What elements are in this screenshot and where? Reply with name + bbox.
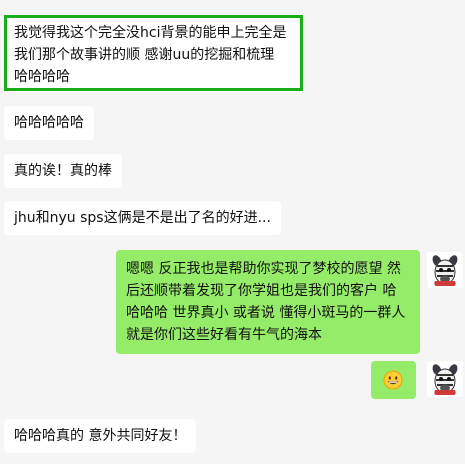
message-bubble-sent[interactable]: 嗯嗯 反正我也是帮助你实现了梦校的愿望 然后还顺带着发现了你学姐也是我们的客户 … <box>116 250 420 354</box>
message-text: 真的诶！真的棒 <box>14 163 112 179</box>
message-text: 我觉得我这个完全没hci背景的能申上完全是我们那个故事讲的顺 感谢uu的挖掘和梳… <box>14 25 287 85</box>
message-bubble-received[interactable]: jhu和nyu sps这俩是不是出了名的好进... <box>4 201 281 235</box>
message-bubble-received[interactable]: 我觉得我这个完全没hci背景的能申上完全是我们那个故事讲的顺 感谢uu的挖掘和梳… <box>8 18 298 92</box>
message-bubble-received[interactable]: 真的诶！真的棒 <box>4 154 122 188</box>
zebra-icon <box>427 361 463 397</box>
zebra-avatar[interactable] <box>427 361 463 397</box>
message-text: 哈哈哈哈哈 <box>14 115 84 131</box>
zebra-avatar[interactable] <box>427 252 463 288</box>
message-bubble-sent[interactable] <box>371 361 416 399</box>
message-bubble-received[interactable]: 哈哈哈哈哈 <box>4 106 94 140</box>
message-bubble-received[interactable]: 哈哈哈真的 意外共同好友！ <box>4 419 197 453</box>
zebra-icon <box>427 252 463 288</box>
message-text: jhu和nyu sps这俩是不是出了名的好进... <box>14 210 271 226</box>
grinning-face-emoji <box>383 370 403 390</box>
message-text: 哈哈哈真的 意外共同好友！ <box>14 428 187 444</box>
message-text: 嗯嗯 反正我也是帮助你实现了梦校的愿望 然后还顺带着发现了你学姐也是我们的客户 … <box>126 261 406 343</box>
